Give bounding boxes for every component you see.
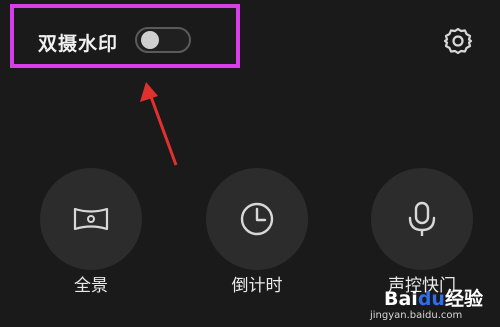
camera-settings-screen: 双摄水印 全景 倒计时 声控快门 Baidu经验 jingyan.baidu.c… bbox=[0, 0, 500, 327]
baidu-paw-icon: du bbox=[417, 288, 445, 310]
microphone-icon bbox=[408, 201, 436, 236]
clock-icon bbox=[240, 202, 274, 236]
watermark-url: jingyan.baidu.com bbox=[370, 310, 463, 321]
gear-icon bbox=[443, 27, 473, 55]
baidu-jingyan-watermark: Baidu经验 jingyan.baidu.com bbox=[370, 284, 498, 324]
mode-panorama-button[interactable] bbox=[40, 168, 142, 270]
mode-panorama[interactable]: 全景 bbox=[40, 168, 142, 298]
mode-timer-button[interactable] bbox=[206, 168, 308, 270]
mode-voice-shutter[interactable]: 声控快门 bbox=[371, 168, 473, 298]
dual-watermark-label: 双摄水印 bbox=[38, 33, 119, 55]
toggle-knob bbox=[141, 31, 159, 49]
mode-voice-shutter-button[interactable] bbox=[371, 168, 473, 270]
annotation-arrow-icon bbox=[140, 82, 178, 166]
mode-timer-label: 倒计时 bbox=[231, 276, 283, 296]
settings-button[interactable] bbox=[443, 26, 473, 56]
mode-panorama-label: 全景 bbox=[74, 276, 108, 296]
dual-watermark-toggle[interactable] bbox=[135, 27, 191, 53]
top-bar: 双摄水印 bbox=[0, 0, 500, 80]
mode-timer[interactable]: 倒计时 bbox=[206, 168, 308, 298]
panorama-icon bbox=[73, 207, 109, 231]
baidu-logo: Baidu经验 bbox=[384, 288, 483, 310]
